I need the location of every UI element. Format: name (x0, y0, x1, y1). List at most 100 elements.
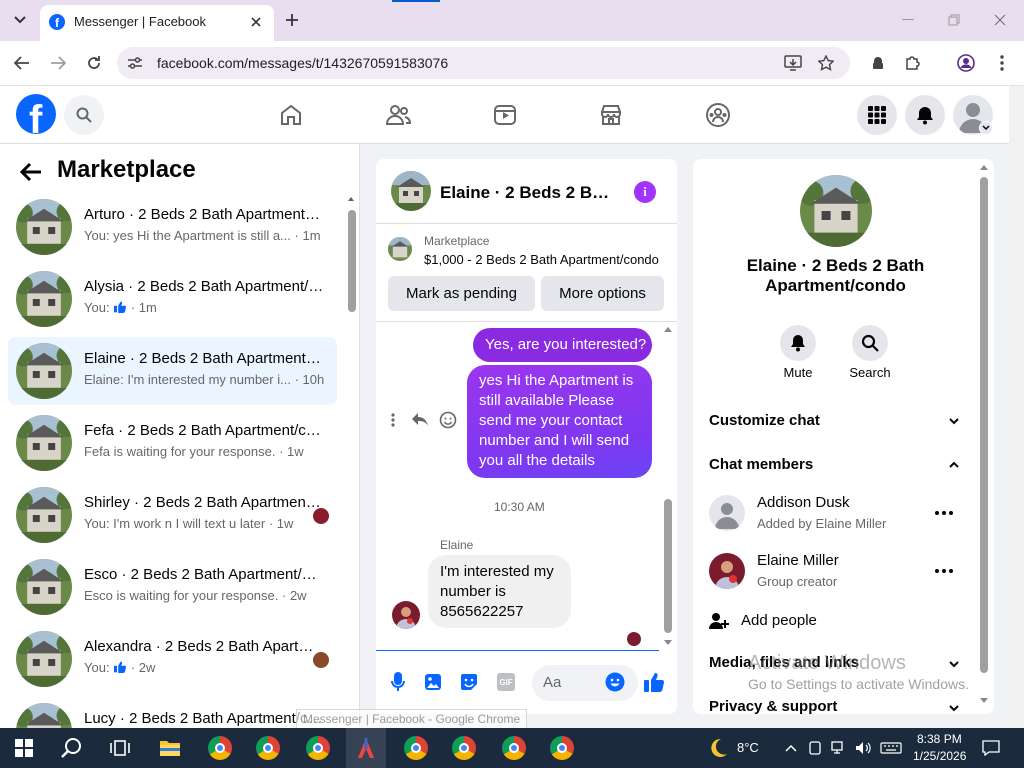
weather-moon-icon[interactable] (706, 736, 730, 760)
scroll-thumb[interactable] (980, 177, 988, 673)
extension-icon[interactable] (901, 51, 925, 75)
address-bar[interactable]: facebook.com/messages/t/1432670591583076 (117, 47, 850, 79)
listing-title[interactable]: $1,000 - 2 Beds 2 Bath Apartment/condo (424, 252, 659, 267)
like-thumb-icon[interactable] (642, 669, 666, 695)
browser-tab[interactable]: f Messenger | Facebook (40, 5, 274, 41)
add-people-row[interactable]: Add people (701, 604, 965, 640)
conversation-item[interactable]: Fefa · 2 Beds 2 Bath Apartment/condo Fefa… (8, 409, 337, 477)
conversation-item[interactable]: Alysia · 2 Beds 2 Bath Apartment/condo Yo… (8, 265, 337, 333)
extension-puzzle-icon[interactable] (866, 51, 890, 75)
marketplace-icon[interactable] (592, 98, 630, 132)
reply-icon[interactable] (410, 410, 430, 430)
weather-temp[interactable]: 8°C (737, 740, 759, 755)
facebook-logo-icon[interactable]: f (16, 94, 56, 134)
back-arrow-icon[interactable] (16, 158, 46, 186)
scroll-up-icon[interactable] (979, 163, 989, 171)
chrome-taskbar-icon[interactable] (200, 728, 240, 768)
scroll-thumb[interactable] (348, 210, 356, 312)
menu-grid-icon[interactable] (857, 95, 897, 135)
active-app-taskbar-icon[interactable] (346, 728, 386, 768)
listing-thumbnail[interactable] (388, 237, 412, 261)
mute-bell-icon[interactable] (780, 325, 816, 361)
home-icon[interactable] (272, 98, 310, 132)
bookmark-star-icon[interactable] (816, 53, 836, 73)
task-view-icon[interactable] (100, 728, 140, 768)
member-row[interactable]: Elaine Miller Group creator (701, 548, 965, 594)
network-icon[interactable] (830, 738, 848, 758)
scroll-up-icon[interactable] (346, 194, 356, 204)
scroll-down-icon[interactable] (979, 697, 989, 705)
member-more-icon[interactable] (935, 511, 953, 515)
chrome-taskbar-icon[interactable] (248, 728, 288, 768)
back-icon[interactable] (10, 51, 34, 75)
message-scrollbar[interactable] (661, 325, 675, 649)
member-more-icon[interactable] (935, 569, 953, 573)
search-icon[interactable] (64, 95, 104, 135)
sender-avatar[interactable] (392, 601, 420, 629)
scroll-down-icon[interactable] (663, 639, 673, 647)
clock-date[interactable]: 1/25/2026 (913, 749, 966, 763)
mark-as-pending-button[interactable]: Mark as pending (388, 276, 535, 311)
conversation-item[interactable]: Arturo · 2 Beds 2 Bath Apartment/condo Yo… (8, 193, 337, 261)
info-scrollbar[interactable] (978, 163, 990, 709)
watch-icon[interactable] (486, 98, 524, 132)
friends-icon[interactable] (378, 98, 418, 132)
tray-chevron-up-icon[interactable] (782, 738, 800, 758)
window-close-icon[interactable] (988, 8, 1012, 32)
page-scrollbar[interactable] (1009, 86, 1024, 728)
file-explorer-icon[interactable] (150, 728, 190, 768)
chrome-taskbar-icon[interactable] (396, 728, 436, 768)
groups-icon[interactable] (698, 98, 738, 132)
restore-icon[interactable] (942, 8, 966, 32)
start-button[interactable] (4, 728, 44, 768)
volume-icon[interactable] (854, 738, 872, 758)
tab-close-icon[interactable] (246, 12, 266, 32)
install-icon[interactable] (783, 53, 803, 73)
scroll-up-icon[interactable] (663, 325, 673, 333)
menu-icon[interactable] (990, 51, 1014, 75)
message-bubble-outgoing[interactable]: Yes, are you interested? (473, 328, 652, 362)
site-info-icon[interactable] (125, 53, 145, 73)
tab-search-icon[interactable] (8, 8, 32, 32)
privacy-support-row[interactable]: Privacy & support (701, 690, 965, 714)
more-options-button[interactable]: More options (541, 276, 664, 311)
more-actions-icon[interactable] (386, 410, 400, 430)
member-avatar[interactable] (709, 495, 745, 531)
chat-header-title[interactable]: Elaine · 2 Beds 2 Bath Apartment/condo (440, 183, 615, 203)
photo-icon[interactable] (423, 671, 443, 693)
forward-icon[interactable] (46, 51, 70, 75)
chat-members-row[interactable]: Chat members (701, 447, 965, 483)
chrome-taskbar-icon[interactable] (444, 728, 484, 768)
react-emoji-icon[interactable] (438, 410, 458, 430)
conversation-item[interactable]: Esco · 2 Beds 2 Bath Apartment/condo Esco… (8, 553, 337, 621)
microphone-icon[interactable] (388, 671, 408, 693)
notification-center-icon[interactable] (980, 738, 1002, 758)
new-tab-icon[interactable] (280, 8, 304, 32)
profile-icon[interactable] (954, 51, 978, 75)
info-avatar[interactable] (800, 175, 872, 247)
chrome-taskbar-icon[interactable] (494, 728, 534, 768)
conversation-item[interactable]: Shirley · 2 Beds 2 Bath Apartment/condo Y… (8, 481, 337, 549)
keyboard-icon[interactable] (878, 738, 904, 758)
member-row[interactable]: Addison Dusk Added by Elaine Miller (701, 490, 965, 536)
chrome-taskbar-icon[interactable] (298, 728, 338, 768)
scroll-thumb[interactable] (664, 499, 672, 633)
sticker-icon[interactable] (459, 671, 479, 693)
list-scrollbar[interactable] (346, 194, 356, 728)
conversation-item[interactable]: Alexandra · 2 Beds 2 Bath Apartment/cond… (8, 625, 337, 693)
chrome-taskbar-icon[interactable] (542, 728, 582, 768)
reload-icon[interactable] (82, 51, 106, 75)
emoji-icon[interactable] (604, 671, 626, 693)
chat-info-icon[interactable]: i (634, 181, 656, 203)
chat-header-avatar[interactable] (391, 171, 431, 211)
search-chat-icon[interactable] (852, 325, 888, 361)
member-avatar[interactable] (709, 553, 745, 589)
notifications-bell-icon[interactable] (905, 95, 945, 135)
conversation-item[interactable]: Lucy · 2 Beds 2 Bath Apartment/condo (8, 697, 337, 728)
clock-time[interactable]: 8:38 PM (917, 732, 962, 746)
message-bubble-outgoing[interactable]: yes Hi the Apartment is still available … (467, 365, 652, 478)
minimize-icon[interactable] (896, 8, 920, 32)
tray-device-icon[interactable] (806, 738, 824, 758)
message-bubble-incoming[interactable]: I'm interested my number is 8565622257 (428, 555, 571, 628)
account-chevron-icon[interactable] (979, 121, 993, 135)
